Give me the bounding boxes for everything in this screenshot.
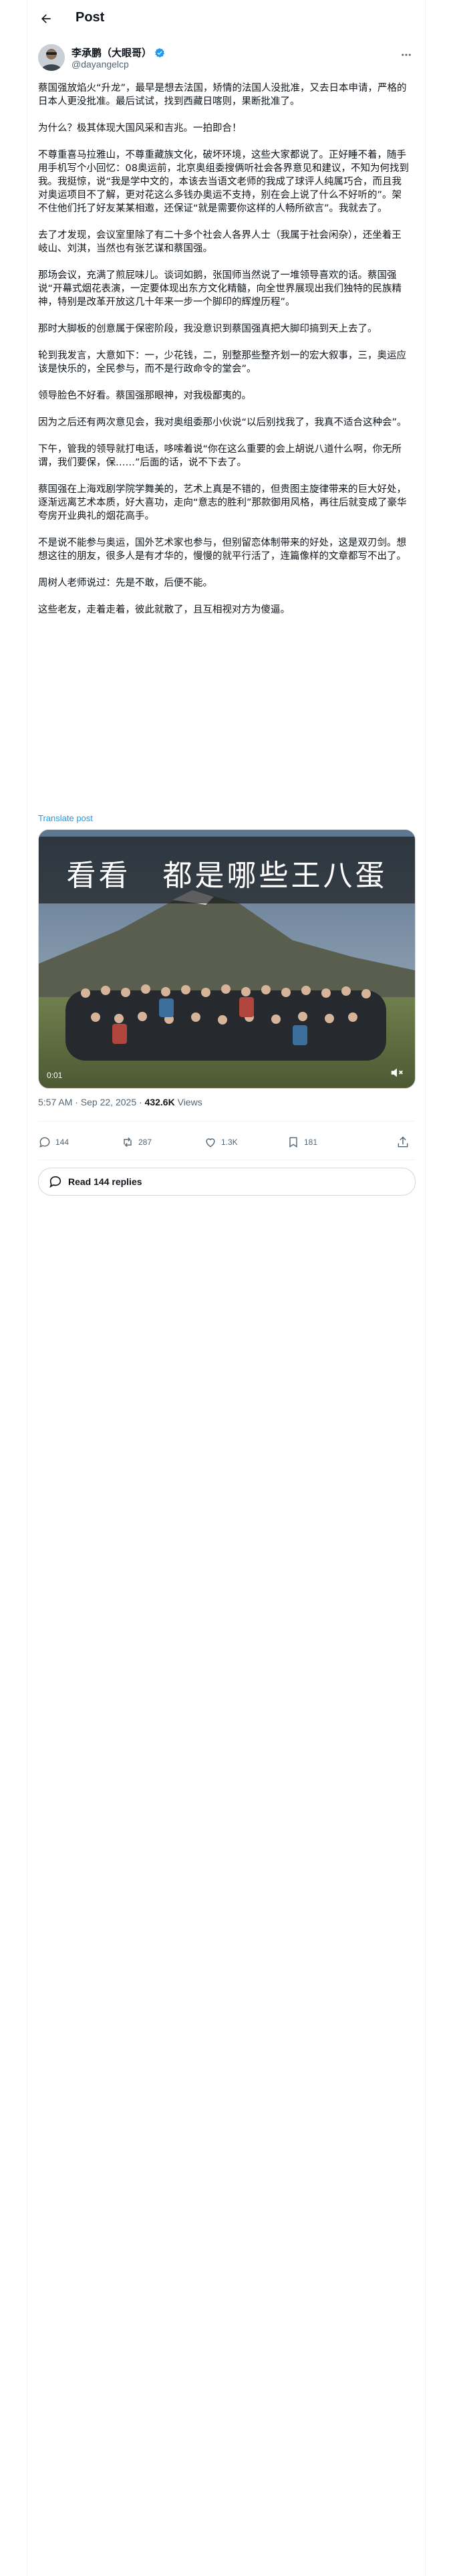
reply-icon	[39, 1137, 50, 1148]
repost-icon	[124, 1137, 132, 1148]
bookmark-count: 181	[304, 1138, 318, 1147]
bookmark-icon	[289, 1137, 297, 1148]
post-paragraph: 蔡国强在上海戏剧学院学舞美的，艺术上真是不错的，但贵图主旋律带来的巨大好处，逐渐…	[38, 484, 407, 522]
translate-post-link[interactable]: Translate post	[38, 813, 93, 823]
video-caption-band: 看看 都是哪些王八蛋	[39, 837, 415, 903]
bookmark-button[interactable]: 181	[287, 1136, 317, 1149]
author-row: 李承鹏（大眼哥） @dayangelcp	[38, 44, 414, 74]
post-paragraph: 领导脸色不好看。蔡国强那眼神，对我极鄙夷的。	[38, 391, 251, 401]
post-paragraph: 蔡国强放焰火“升龙”，最早是想去法国，矫情的法国人没批准，又去日本申请，严格的日…	[38, 83, 407, 107]
post-paragraph: 轮到我发言，大意如下：一，少花钱，二，别整那些整齐划一的宏大叙事，三，奥运应该是…	[38, 350, 406, 374]
volume-icon[interactable]	[390, 1065, 404, 1080]
action-bar: 144 287 1.3K 181	[38, 1130, 414, 1157]
video-timestamp: 0:01	[47, 1071, 63, 1080]
more-icon	[402, 53, 411, 56]
post-paragraph: 不尊重喜马拉雅山，不尊重藏族文化，破坏环境，这些大家都说了。正好睡不着，随手用手…	[38, 150, 409, 214]
read-replies-button[interactable]: Read 144 replies	[38, 1168, 416, 1196]
post-paragraph: 不是说不能参与奥运，国外艺术家也参与，但别留恋体制带来的好处，这是双刃剑。想想这…	[38, 538, 406, 562]
post-body: 蔡国强放焰火“升龙”，最早是想去法国，矫情的法国人没批准，又去日本申请，严格的日…	[38, 82, 410, 630]
back-button[interactable]	[37, 9, 55, 28]
post-paragraph: 周树人老师说过：先是不敢，后便不能。	[38, 578, 212, 588]
post-timestamp[interactable]: 5:57 AM · Sep 22, 2025	[38, 1097, 136, 1107]
read-replies-label: Read 144 replies	[68, 1176, 142, 1187]
post-paragraph: 去了才发现，会议室里除了有二十多个社会人各界人士（我属于社会闲杂），还坐着王岐山…	[38, 230, 402, 254]
more-button[interactable]	[398, 47, 414, 63]
share-icon	[398, 1136, 408, 1148]
author-handle[interactable]: @dayangelcp	[71, 59, 129, 70]
reply-button[interactable]: 144	[38, 1136, 69, 1149]
back-arrow-icon	[41, 14, 51, 23]
top-bar: Post	[27, 0, 425, 37]
repost-button[interactable]: 287	[121, 1136, 152, 1149]
view-count: 432.6K	[144, 1097, 175, 1107]
post-paragraph: 因为之后还有两次意见会，我对奥组委那小伙说“以后别找我了，我真不适合这种会”。	[38, 417, 407, 428]
post-paragraph: 下午，管我的领导就打电话，哆嗦着说“你在这么重要的会上胡说八道什么啊，你无所谓，…	[38, 444, 402, 468]
page-title: Post	[76, 10, 105, 25]
repost-count: 287	[138, 1138, 152, 1147]
like-count: 1.3K	[221, 1138, 238, 1147]
post-paragraph: 为什么？极其体现大国风采和吉兆。一拍即合！	[38, 123, 242, 134]
post-paragraph: 这些老友，走着走着，彼此就散了，且互相视对方为傻逼。	[38, 605, 290, 615]
avatar[interactable]	[38, 44, 65, 71]
like-button[interactable]: 1.3K	[204, 1136, 238, 1149]
speech-bubble-icon	[49, 1176, 61, 1188]
meta-separator: ·	[136, 1097, 145, 1107]
post-meta: 5:57 AM · Sep 22, 2025 · 432.6K Views	[38, 1097, 202, 1107]
share-button[interactable]	[396, 1136, 414, 1149]
verified-badge-icon	[155, 47, 164, 58]
views-label: Views	[174, 1097, 202, 1107]
post-column: Post 李承鹏（大眼哥） @dayangelcp 蔡国强放焰火“升龙”，最早是…	[27, 0, 426, 2576]
video-player[interactable]: 看看 都是哪些王八蛋 0:01	[38, 829, 416, 1089]
post-paragraph: 那时大脚板的创意属于保密阶段，我没意识到蔡国强真把大脚印搞到天上去了。	[38, 324, 378, 334]
video-caption: 看看 都是哪些王八蛋	[66, 859, 388, 893]
reply-count: 144	[55, 1138, 69, 1147]
like-icon	[206, 1138, 215, 1148]
author-name-row: 李承鹏（大眼哥）	[71, 45, 165, 60]
author-name[interactable]: 李承鹏（大眼哥）	[71, 45, 152, 60]
post-paragraph: 那场会议，充满了煎屁味儿。谈词如鹅，张国师当然说了一堆领导喜欢的话。蔡国强说“开…	[38, 270, 402, 308]
